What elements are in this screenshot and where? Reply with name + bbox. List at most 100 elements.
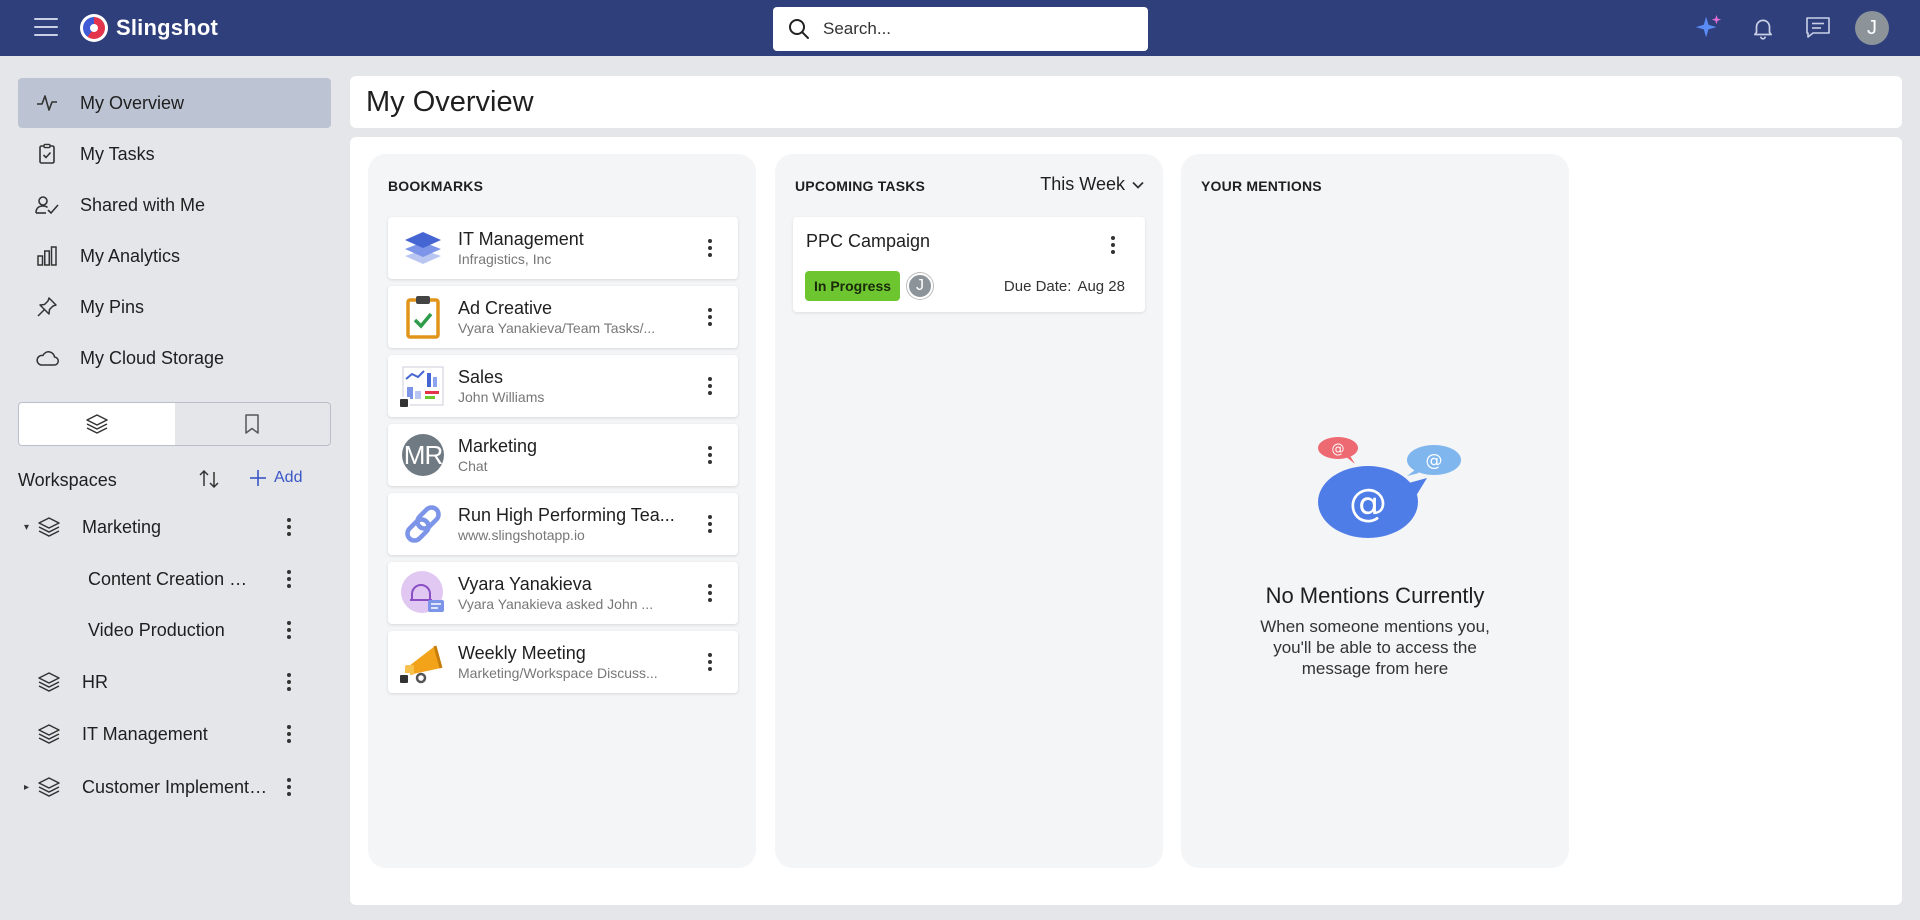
activity-icon [34,90,60,116]
bookmark-item[interactable]: MR Marketing Chat [388,424,738,486]
more-options-icon[interactable] [700,509,720,539]
more-options-icon[interactable] [279,719,299,749]
workspaces-header: Workspaces Add [18,460,331,500]
nav-my-analytics[interactable]: My Analytics [18,231,331,281]
bookmark-item[interactable]: Ad Creative Vyara Yanakieva/Team Tasks/..… [388,286,738,348]
bookmark-subtitle: Chat [458,458,488,474]
page-header: My Overview [350,76,1902,128]
task-card[interactable]: PPC Campaign In Progress J Due Date: Aug … [793,217,1145,312]
user-avatar[interactable]: J [1855,11,1889,45]
task-name: PPC Campaign [806,231,931,251]
nav-shared-with-me[interactable]: Shared with Me [18,180,331,230]
clipboard-check-icon [34,141,60,167]
workspace-label: Content Creation an... [88,568,256,589]
assignee-avatar[interactable]: J [907,273,933,299]
bookmarks-title: BOOKMARKS [388,178,484,194]
bookmark-name: Ad Creative [458,298,553,318]
menu-icon[interactable] [34,18,58,38]
nav-my-overview[interactable]: My Overview [18,78,331,128]
messages-icon[interactable] [1803,13,1833,43]
search-box[interactable] [773,7,1148,51]
bookmark-name: Run High Performing Tea... [458,505,675,525]
workspace-label: IT Management [82,723,208,744]
more-options-icon[interactable] [1103,230,1123,260]
workspace-item-content-creation[interactable]: Content Creation an... [18,557,331,601]
workspace-item-video-production[interactable]: Video Production [18,608,331,652]
layers-icon [36,514,62,540]
bookmark-name: Vyara Yanakieva [458,574,592,594]
lock-icon [398,397,410,409]
chevron-down-icon [1132,181,1144,189]
mentions-panel: YOUR MENTIONS @ @ @ No Mentions Currentl… [1181,154,1569,868]
bookmark-subtitle: www.slingshotapp.io [458,527,585,543]
period-label: This Week [1040,174,1125,194]
nav-label: My Overview [80,92,185,113]
sidebar-view-toggle [18,402,331,446]
cloud-icon [34,345,60,371]
bookmarks-view-button[interactable] [175,403,331,445]
bookmark-item[interactable]: Sales John Williams [388,355,738,417]
nav-label: My Cloud Storage [80,347,225,368]
lock-icon [398,673,410,685]
more-options-icon[interactable] [279,512,299,542]
chat-bell-icon [400,570,446,616]
more-options-icon[interactable] [279,667,299,697]
plus-icon [250,470,266,486]
avatar-mr-icon: MR [400,432,446,478]
sort-icon[interactable] [196,466,222,497]
mentions-title: YOUR MENTIONS [1201,178,1322,194]
workspace-item-hr[interactable]: HR [18,660,331,704]
bookmark-item[interactable]: Weekly Meeting Marketing/Workspace Discus… [388,631,738,693]
svg-text:@: @ [1332,442,1345,457]
workspace-item-customer-implementation[interactable]: ▸ Customer Implementa... [18,765,331,809]
more-options-icon[interactable] [700,440,720,470]
bookmark-subtitle: Infragistics, Inc [458,251,552,267]
bookmark-item[interactable]: Run High Performing Tea... www.slingshota… [388,493,738,555]
nav-my-pins[interactable]: My Pins [18,282,331,332]
workspace-item-it-management[interactable]: IT Management [18,712,331,756]
nav-label: My Pins [80,296,145,317]
more-options-icon[interactable] [700,233,720,263]
caret-right-icon[interactable]: ▸ [24,782,34,793]
more-options-icon[interactable] [279,564,299,594]
search-icon [789,19,809,39]
bookmark-subtitle: Vyara Yanakieva asked John ... [458,596,654,612]
more-options-icon[interactable] [700,647,720,677]
more-options-icon[interactable] [700,371,720,401]
nav-my-cloud-storage[interactable]: My Cloud Storage [18,333,331,383]
more-options-icon[interactable] [279,772,299,802]
empty-title: No Mentions Currently [1265,583,1485,608]
bookmark-item[interactable]: IT Management Infragistics, Inc [388,217,738,279]
bookmark-name: Marketing [458,436,538,456]
workspace-label: Customer Implementa... [82,776,272,797]
top-actions: J [1668,0,1920,56]
period-dropdown[interactable]: This Week [1040,174,1145,195]
nav-label: My Tasks [80,143,155,164]
pin-icon [34,294,60,320]
bookmark-item[interactable]: Vyara Yanakieva Vyara Yanakieva asked Joh… [388,562,738,624]
ai-sparkle-icon[interactable] [1693,13,1723,43]
mentions-empty-icon: @ @ @ [1318,437,1461,538]
nav-my-tasks[interactable]: My Tasks [18,129,331,179]
app-logo[interactable]: Slingshot [80,14,218,42]
more-options-icon[interactable] [700,302,720,332]
bell-icon[interactable] [1748,13,1778,43]
empty-description: When someone mentions you, you'll be abl… [1260,617,1490,678]
workspace-item-marketing[interactable]: ▾ Marketing [18,505,331,549]
upcoming-tasks-panel: UPCOMING TASKS This Week PPC Campaign In… [775,154,1163,868]
due-date: Due Date: Aug 28 [1004,278,1125,295]
sidebar: My Overview My Tasks Shared with Me My A… [0,56,340,920]
status-badge[interactable]: In Progress [805,271,901,301]
add-workspace-button[interactable]: Add [248,468,302,488]
megaphone-icon [398,639,446,685]
slingshot-logo-icon [80,14,108,42]
search-input[interactable] [823,19,1123,39]
add-label: Add [274,469,303,486]
user-check-icon [34,192,60,218]
more-options-icon[interactable] [279,615,299,645]
caret-down-icon[interactable]: ▾ [24,522,34,533]
more-options-icon[interactable] [700,578,720,608]
link-icon [400,501,446,547]
workspaces-view-button[interactable] [19,403,175,445]
upcoming-tasks-title: UPCOMING TASKS [795,178,926,194]
